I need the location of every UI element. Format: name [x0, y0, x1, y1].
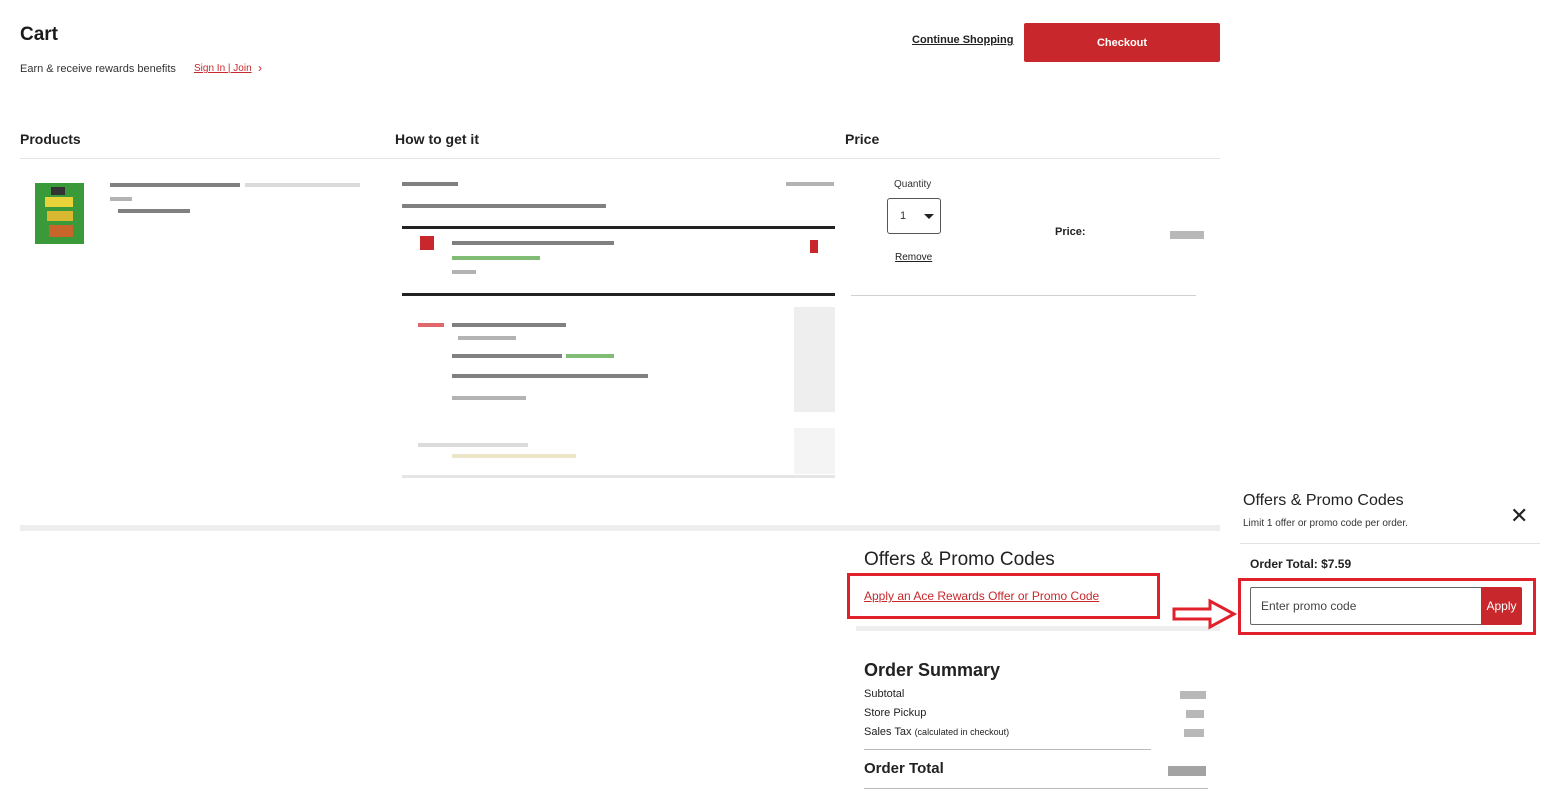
option-radio-box[interactable] — [794, 428, 835, 474]
price-divider — [851, 295, 1196, 296]
summary-bottom-divider — [864, 788, 1208, 789]
order-total-label: Order Total — [864, 760, 944, 777]
close-icon[interactable]: ✕ — [1510, 505, 1528, 527]
selected-radio[interactable] — [810, 240, 818, 253]
promo-code-input[interactable] — [1250, 587, 1482, 625]
subtotal-label: Subtotal — [864, 688, 905, 700]
header-divider — [20, 158, 1220, 159]
option-top-border — [402, 226, 835, 229]
option-radio-box[interactable] — [794, 307, 835, 412]
panel-divider — [1240, 543, 1540, 544]
subtotal-value-obscured — [1180, 691, 1206, 699]
summary-divider — [864, 749, 1151, 750]
column-header-products: Products — [20, 131, 81, 147]
annotation-arrow-icon — [1172, 598, 1238, 630]
order-total-value-obscured — [1168, 766, 1206, 776]
column-header-price: Price — [845, 131, 880, 147]
panel-title: Offers & Promo Codes — [1243, 492, 1404, 509]
price-label: Price: — [1055, 226, 1086, 238]
option-bottom-border — [402, 475, 835, 478]
column-header-fulfillment: How to get it — [395, 131, 479, 147]
page-title: Cart — [20, 24, 59, 45]
panel-order-total: Order Total: $7.59 — [1250, 557, 1352, 571]
quantity-value: 1 — [900, 210, 907, 222]
chevron-right-icon[interactable]: › — [258, 61, 262, 75]
tax-value-obscured — [1184, 729, 1204, 737]
annotation-highlight-box — [847, 573, 1160, 619]
product-image[interactable] — [35, 183, 84, 244]
order-summary-title: Order Summary — [864, 660, 1001, 680]
checkout-button[interactable]: Checkout — [1024, 23, 1220, 62]
sales-tax-row: Sales Tax (calculated in checkout) — [864, 726, 1009, 738]
chevron-down-icon — [924, 214, 934, 219]
sales-tax-note: (calculated in checkout) — [914, 727, 1010, 737]
quantity-select[interactable]: 1 — [887, 198, 941, 234]
signin-link[interactable]: Sign In | Join — [194, 63, 252, 74]
apply-promo-button[interactable]: Apply — [1481, 587, 1522, 625]
price-value-obscured — [1170, 231, 1204, 239]
rewards-text: Earn & receive rewards benefits — [20, 63, 176, 75]
option-icon — [420, 236, 434, 250]
panel-subtitle: Limit 1 offer or promo code per order. — [1243, 518, 1408, 529]
sales-tax-label: Sales Tax — [864, 726, 912, 738]
offers-divider — [856, 626, 1220, 631]
offers-title: Offers & Promo Codes — [864, 549, 1055, 570]
option-divider — [402, 293, 835, 296]
quantity-label: Quantity — [894, 179, 932, 190]
store-pickup-label: Store Pickup — [864, 707, 927, 719]
pickup-value-obscured — [1186, 710, 1204, 718]
remove-button[interactable]: Remove — [895, 252, 932, 263]
section-divider — [20, 525, 1220, 531]
continue-shopping-link[interactable]: Continue Shopping — [912, 34, 1013, 46]
